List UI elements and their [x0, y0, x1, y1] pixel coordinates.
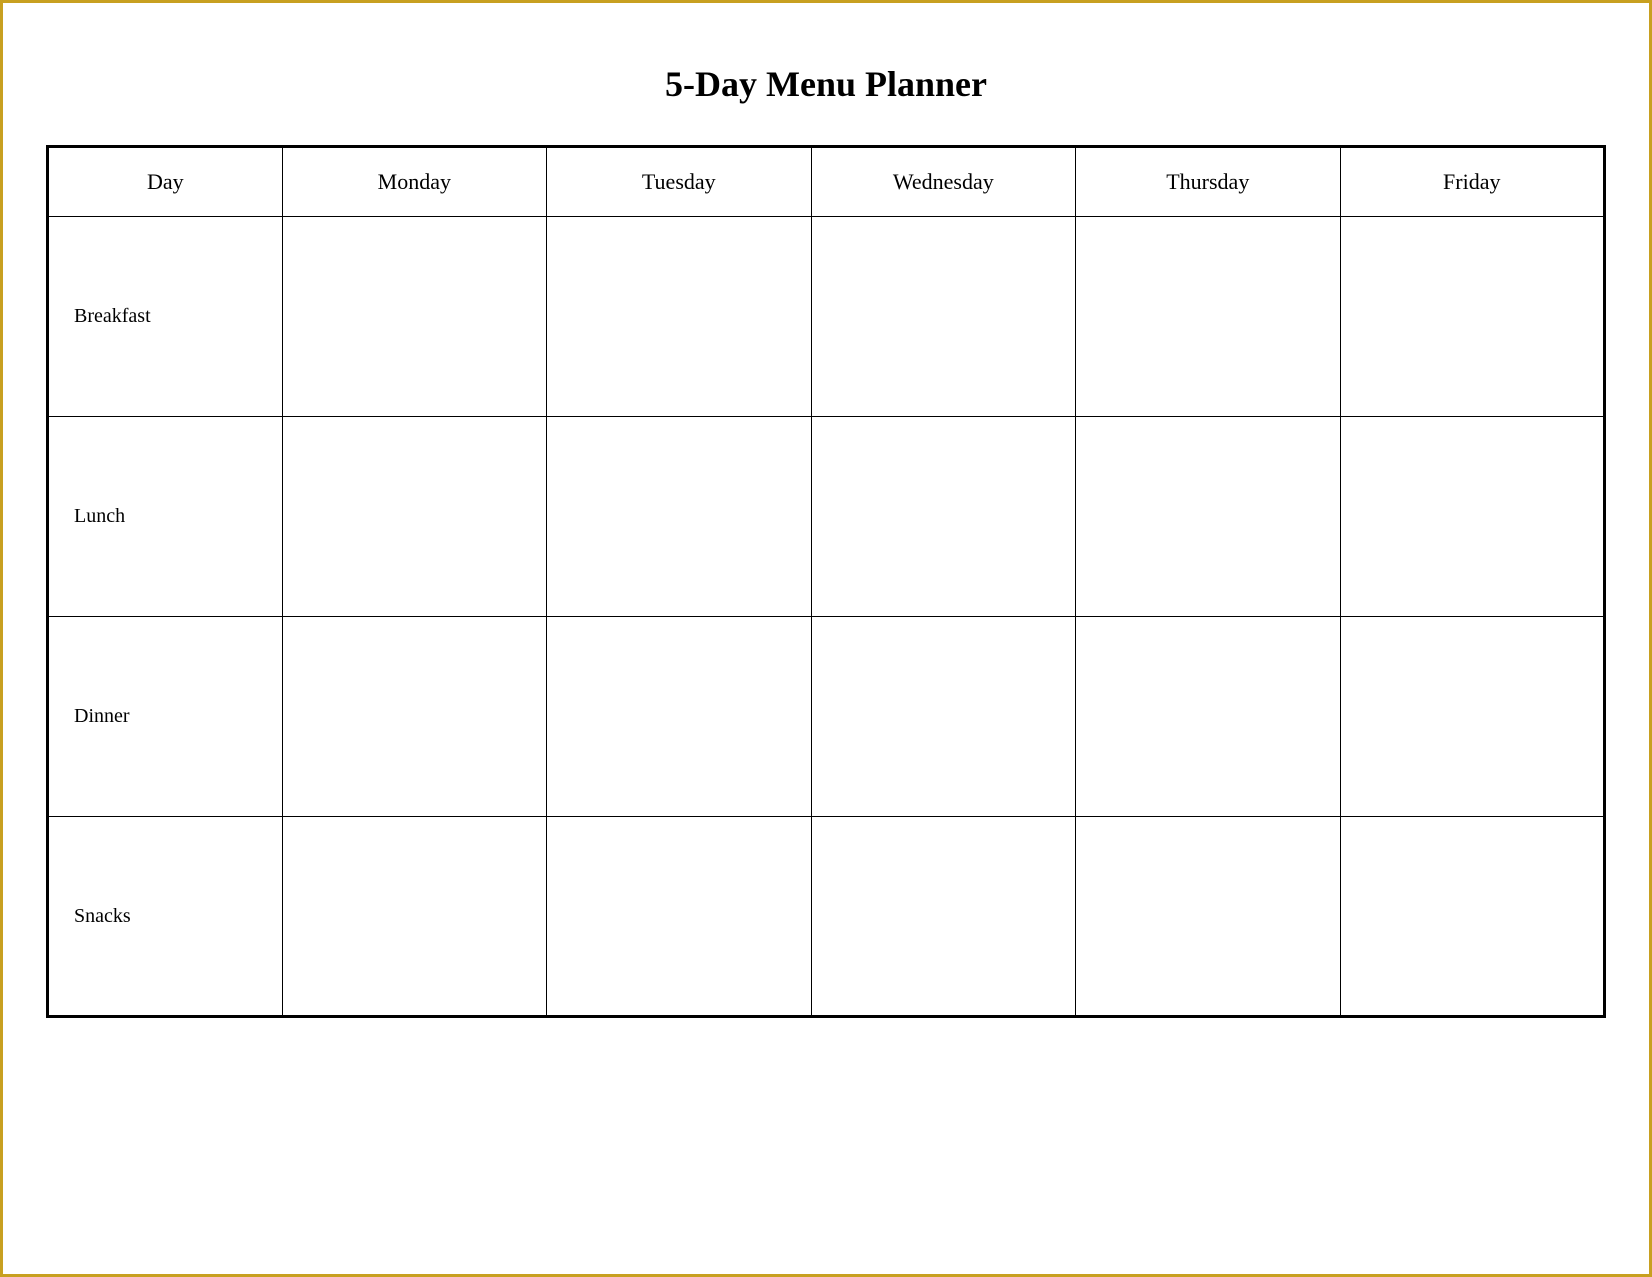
- header-day: Day: [48, 147, 283, 217]
- dinner-tuesday[interactable]: [547, 617, 811, 817]
- meal-breakfast: Breakfast: [48, 217, 283, 417]
- header-row: Day Monday Tuesday Wednesday Thursday Fr…: [48, 147, 1605, 217]
- table-row: Lunch: [48, 417, 1605, 617]
- snacks-thursday[interactable]: [1076, 817, 1340, 1017]
- snacks-wednesday[interactable]: [811, 817, 1076, 1017]
- header-thursday: Thursday: [1076, 147, 1340, 217]
- header-friday: Friday: [1340, 147, 1604, 217]
- breakfast-wednesday[interactable]: [811, 217, 1076, 417]
- lunch-tuesday[interactable]: [547, 417, 811, 617]
- breakfast-tuesday[interactable]: [547, 217, 811, 417]
- dinner-monday[interactable]: [282, 617, 546, 817]
- table-row: Snacks: [48, 817, 1605, 1017]
- meal-dinner: Dinner: [48, 617, 283, 817]
- lunch-monday[interactable]: [282, 417, 546, 617]
- table-row: Breakfast: [48, 217, 1605, 417]
- dinner-friday[interactable]: [1340, 617, 1604, 817]
- dinner-thursday[interactable]: [1076, 617, 1340, 817]
- lunch-friday[interactable]: [1340, 417, 1604, 617]
- snacks-monday[interactable]: [282, 817, 546, 1017]
- dinner-wednesday[interactable]: [811, 617, 1076, 817]
- header-tuesday: Tuesday: [547, 147, 811, 217]
- breakfast-friday[interactable]: [1340, 217, 1604, 417]
- breakfast-monday[interactable]: [282, 217, 546, 417]
- meal-snacks: Snacks: [48, 817, 283, 1017]
- meal-lunch: Lunch: [48, 417, 283, 617]
- menu-planner-table: Day Monday Tuesday Wednesday Thursday Fr…: [46, 145, 1606, 1018]
- header-wednesday: Wednesday: [811, 147, 1076, 217]
- header-monday: Monday: [282, 147, 546, 217]
- table-row: Dinner: [48, 617, 1605, 817]
- snacks-friday[interactable]: [1340, 817, 1604, 1017]
- page-title: 5-Day Menu Planner: [665, 63, 987, 105]
- lunch-thursday[interactable]: [1076, 417, 1340, 617]
- snacks-tuesday[interactable]: [547, 817, 811, 1017]
- lunch-wednesday[interactable]: [811, 417, 1076, 617]
- breakfast-thursday[interactable]: [1076, 217, 1340, 417]
